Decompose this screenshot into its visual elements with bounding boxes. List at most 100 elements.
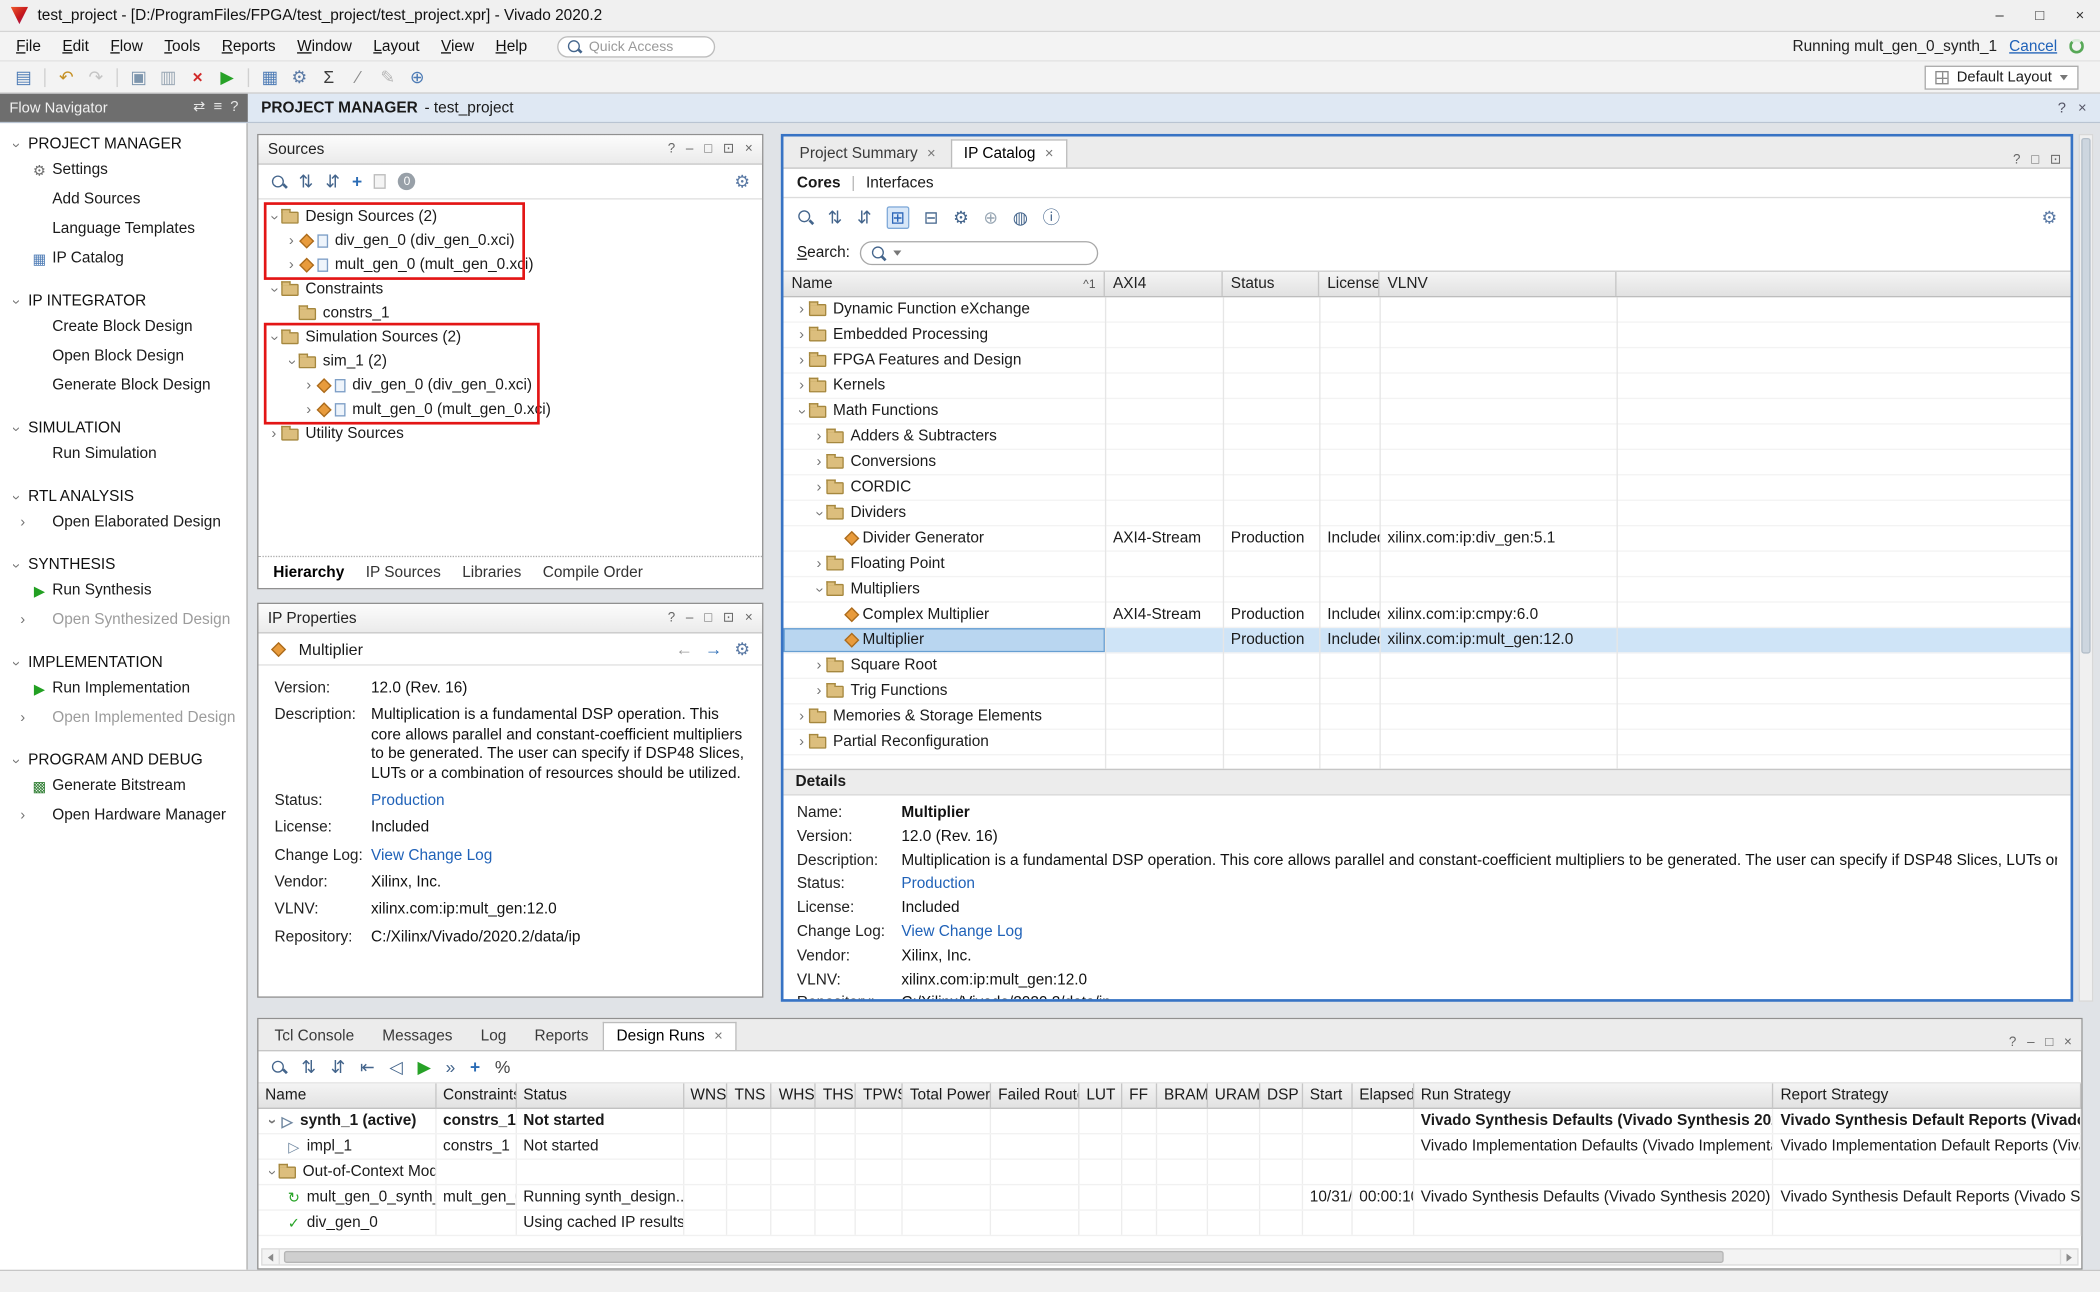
flow-item-run-simulation[interactable]: ›Run Simulation	[0, 439, 246, 468]
create-runs-icon[interactable]: +	[470, 1058, 480, 1075]
settings-gear-icon[interactable]: ⚙	[2042, 208, 2058, 225]
menu-icon[interactable]: ≡	[214, 100, 223, 115]
float-button[interactable]: ⊡	[723, 611, 734, 626]
catalog-row-square-root[interactable]: ›Square Root	[783, 654, 2070, 679]
catalog-row-multipliers[interactable]: ›Multipliers	[783, 577, 2070, 602]
copy-icon[interactable]: ▣	[126, 68, 151, 85]
chevron-right-icon[interactable]: ›	[812, 429, 827, 444]
column-header-ths[interactable]: THS	[816, 1083, 856, 1107]
hierarchy-view-icon[interactable]: ⊞	[886, 206, 909, 229]
expand-all-icon[interactable]: ⇵	[331, 1058, 346, 1075]
chevron-right-icon[interactable]: ›	[812, 658, 827, 673]
scrollbar-thumb[interactable]	[2081, 138, 2090, 654]
chevron-down-icon[interactable]: ›	[267, 330, 282, 345]
column-header-name[interactable]: Name	[258, 1083, 436, 1107]
chevron-down-icon[interactable]: ›	[812, 582, 827, 597]
catalog-row-embedded-processing[interactable]: ›Embedded Processing	[783, 323, 2070, 348]
catalog-row-partial-reconfiguration[interactable]: ›Partial Reconfiguration	[783, 730, 2070, 755]
collapse-all-icon[interactable]: ⇅	[301, 1058, 316, 1075]
chevron-right-icon[interactable]: ›	[794, 327, 809, 342]
flow-item-open-block-design[interactable]: ›Open Block Design	[0, 342, 246, 371]
help-icon[interactable]: ?	[230, 100, 238, 115]
undo-icon[interactable]: ↶	[54, 68, 79, 85]
flow-item-run-synthesis[interactable]: ›▶Run Synthesis	[0, 576, 246, 605]
close-tab-icon[interactable]: ×	[714, 1029, 723, 1045]
tab-log[interactable]: Log	[467, 1022, 519, 1050]
scroll-right-icon[interactable]	[2060, 1250, 2077, 1265]
column-header-start[interactable]: Start	[1303, 1083, 1352, 1107]
catalog-row-trig-functions[interactable]: ›Trig Functions	[783, 679, 2070, 704]
menu-layout[interactable]: Layout	[363, 35, 431, 56]
minimize-button[interactable]: –	[686, 611, 693, 626]
reports-icon[interactable]: ▦	[257, 68, 282, 85]
tree-item-constrs-1[interactable]: ›constrs_1	[258, 301, 762, 325]
column-header-uram[interactable]: URAM	[1208, 1083, 1260, 1107]
menu-help[interactable]: Help	[485, 35, 538, 56]
catalog-row-adders-subtracters[interactable]: ›Adders & Subtracters	[783, 425, 2070, 450]
flow-item-generate-bitstream[interactable]: ›▩Generate Bitstream	[0, 771, 246, 800]
chevron-down-icon[interactable]: ›	[284, 354, 299, 369]
chevron-down-icon[interactable]: ›	[794, 404, 809, 419]
field-value-status[interactable]: Production	[371, 791, 746, 810]
minimize-button[interactable]: –	[2027, 1035, 2034, 1050]
menu-edit[interactable]: Edit	[52, 35, 100, 56]
column-header-failed-routes[interactable]: Failed Routes	[991, 1083, 1079, 1107]
menu-reports[interactable]: Reports	[211, 35, 286, 56]
search-icon[interactable]	[271, 1059, 287, 1075]
tab-project-summary[interactable]: Project Summary×	[786, 139, 949, 167]
tree-item-div-gen-0-div-gen-0-xci[interactable]: ›div_gen_0 (div_gen_0.xci)	[258, 229, 762, 253]
column-header-report-strategy[interactable]: Report Strategy	[1774, 1083, 2082, 1107]
settings-gear-icon[interactable]: ⚙	[734, 173, 750, 190]
message-count-badge[interactable]: 0	[398, 173, 415, 190]
run-icon[interactable]: ▶	[214, 68, 239, 85]
tab-compile-order[interactable]: Compile Order	[533, 560, 652, 584]
chevron-right-icon[interactable]: ›	[794, 735, 809, 750]
chevron-right-icon[interactable]: ›	[267, 427, 282, 442]
add-sources-icon[interactable]: +	[352, 173, 362, 190]
edit-pencil-icon[interactable]: ✎	[375, 68, 400, 85]
flat-view-icon[interactable]: ⊟	[924, 208, 939, 225]
help-button[interactable]: ?	[668, 611, 675, 626]
scroll-left-icon[interactable]	[263, 1250, 280, 1265]
sum-icon[interactable]: Σ	[316, 68, 341, 85]
help-icon[interactable]: ?	[2058, 100, 2066, 116]
flow-item-open-synthesized-design[interactable]: ›Open Synthesized Design	[0, 605, 246, 634]
flow-item-ip-catalog[interactable]: ›▦IP Catalog	[0, 244, 246, 273]
tab-design-runs[interactable]: Design Runs×	[603, 1022, 736, 1050]
minimize-button[interactable]: –	[1979, 0, 2019, 31]
catalog-row-dynamic-function-exchange[interactable]: ›Dynamic Function eXchange	[783, 297, 2070, 322]
close-button[interactable]: ×	[745, 142, 753, 157]
flow-section-header-project-manager[interactable]: ›PROJECT MANAGER	[0, 134, 246, 155]
help-button[interactable]: ?	[2009, 1035, 2016, 1050]
dock-icon[interactable]: ⇄	[193, 100, 205, 115]
catalog-row-floating-point[interactable]: ›Floating Point	[783, 552, 2070, 577]
column-header-status[interactable]: Status	[517, 1083, 684, 1107]
launch-runs-icon[interactable]: ▶	[417, 1058, 430, 1075]
catalog-row-math-functions[interactable]: ›Math Functions	[783, 399, 2070, 424]
chevron-right-icon[interactable]: ›	[812, 480, 827, 495]
search-icon[interactable]	[271, 173, 287, 189]
catalog-row-dividers[interactable]: ›Dividers	[783, 501, 2070, 526]
probe-icon[interactable]: ⊕	[404, 68, 429, 85]
flow-section-header-rtl-analysis[interactable]: ›RTL ANALYSIS	[0, 486, 246, 507]
save-icon[interactable]: ▤	[11, 68, 36, 85]
column-header-status[interactable]: Status	[1223, 272, 1319, 296]
run-row-impl-1[interactable]: ▷impl_1constrs_1Not startedVivado Implem…	[258, 1134, 2081, 1159]
settings-gear-icon[interactable]: ⚙	[734, 640, 750, 657]
redo-icon[interactable]: ↷	[83, 68, 108, 85]
chevron-right-icon[interactable]: ›	[794, 709, 809, 724]
catalog-row-memories-storage-elements[interactable]: ›Memories & Storage Elements	[783, 704, 2070, 729]
step-icon[interactable]: ◁	[389, 1058, 402, 1075]
info-icon[interactable]: ⓘ	[1043, 208, 1060, 225]
customize-wrench-icon[interactable]: ⚙	[953, 208, 969, 225]
flow-item-open-implemented-design[interactable]: ›Open Implemented Design	[0, 703, 246, 732]
close-button[interactable]: ×	[745, 611, 753, 626]
run-row-div-gen-0[interactable]: ✓div_gen_0Using cached IP results	[258, 1211, 2081, 1236]
flow-item-open-hardware-manager[interactable]: ›Open Hardware Manager	[0, 801, 246, 830]
chevron-right-icon[interactable]: ›	[812, 455, 827, 470]
field-value-status[interactable]: Production	[901, 876, 2057, 894]
tree-item-constraints[interactable]: ›Constraints	[258, 277, 762, 301]
maximize-button[interactable]: □	[2020, 0, 2060, 31]
catalog-row-multiplier[interactable]: ›MultiplierProductionIncludedxilinx.com:…	[783, 628, 2070, 653]
close-tab-icon[interactable]: ×	[1045, 146, 1054, 162]
